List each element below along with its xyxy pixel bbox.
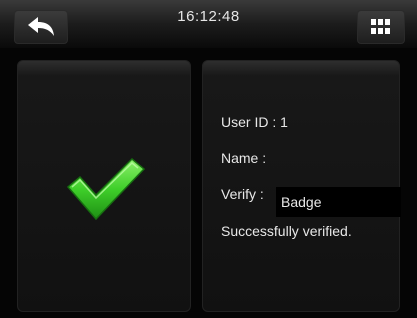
status-message: Successfully verified. — [221, 223, 352, 239]
result-panel — [17, 60, 191, 312]
verification-screen: 16:12:48 User ID: 1 Name: Verify: Bad… — [0, 0, 417, 318]
success-check-icon — [66, 157, 146, 221]
user-id-value: 1 — [280, 114, 288, 130]
name-row: Name : — [221, 150, 266, 166]
details-panel: User ID : 1 Name : Verify : Badge Succes… — [202, 60, 401, 312]
top-bar: 16:12:48 — [0, 0, 417, 48]
clock-time: 16:12:48 — [177, 8, 240, 25]
verify-label: Verify : — [221, 186, 264, 202]
menu-button[interactable] — [357, 10, 405, 44]
user-id-label: User ID : — [221, 114, 277, 130]
user-id-row: User ID : 1 — [221, 114, 288, 130]
name-label: Name : — [221, 150, 267, 166]
verify-value: Badge — [276, 187, 401, 217]
grid-menu-icon — [371, 19, 390, 34]
